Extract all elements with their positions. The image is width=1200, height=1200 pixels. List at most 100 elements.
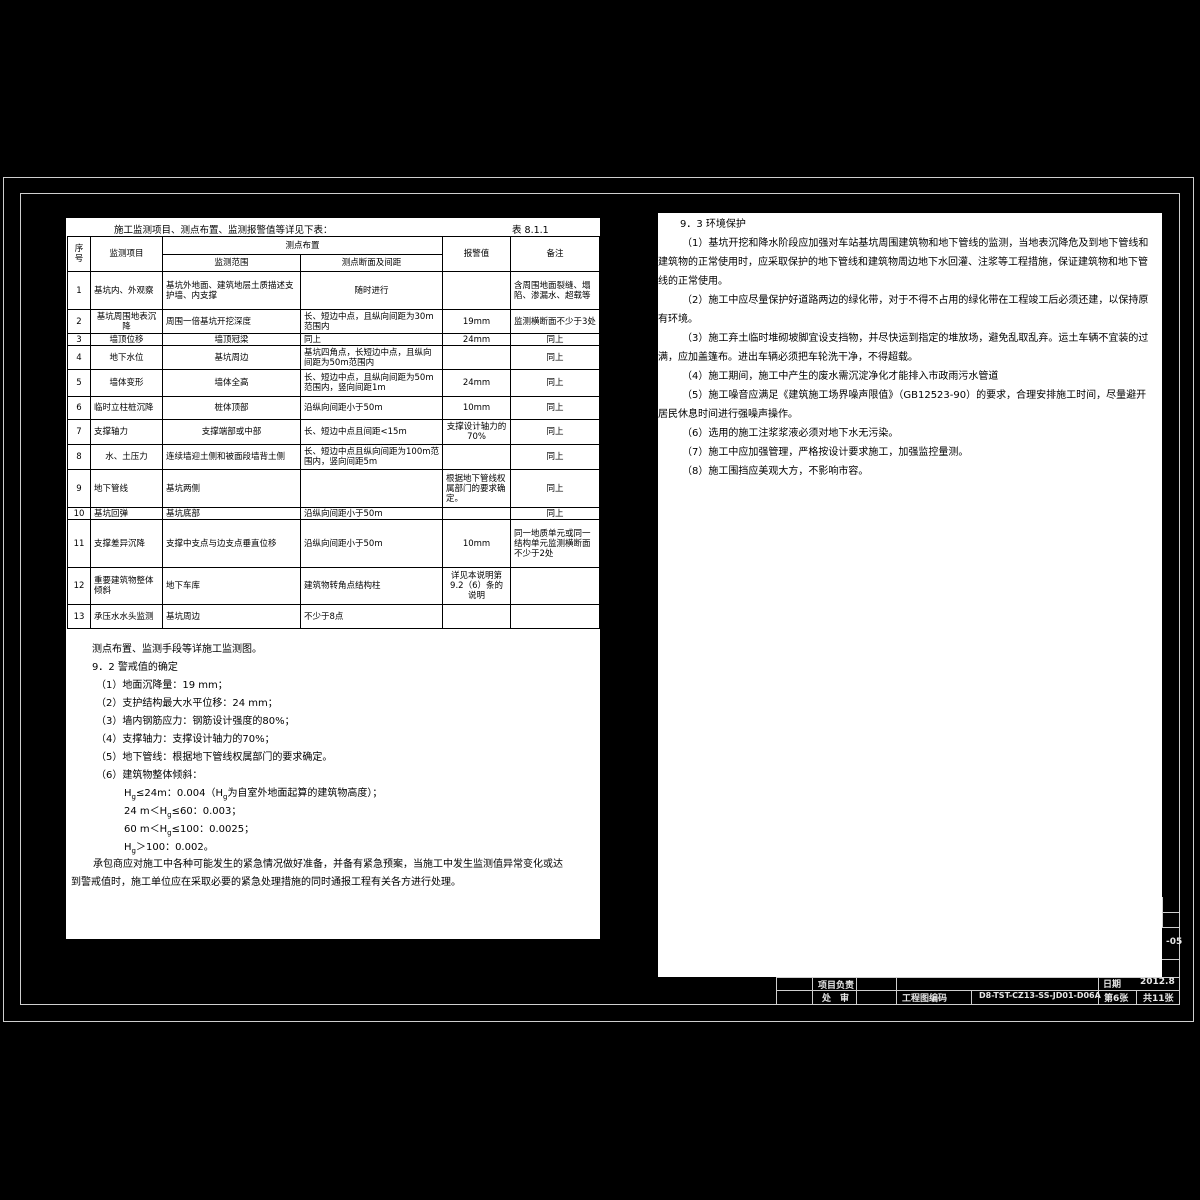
alarm-item-2: （2）支护结构最大水平位移：24 mm； (96, 698, 278, 709)
header-item: 监测项目 (90, 236, 163, 272)
table-row: 6 临时立柱桩沉降 桩体顶部 沿纵向间距小于50m 10mm 同上 (67, 396, 601, 420)
project-leader-label: 项目负责 (818, 981, 855, 991)
header-alarm: 报警值 (442, 236, 512, 272)
row-item: 墙体变形 (90, 369, 163, 397)
row-section: 沿纵向间距小于50m (299, 507, 444, 520)
header-range: 监测范围 (162, 254, 301, 272)
row-range: 地下车库 (162, 567, 301, 605)
header-layout: 测点布置 (161, 236, 444, 255)
row-note: 同上 (510, 333, 601, 346)
row-range: 基坑两侧 (162, 469, 301, 508)
row-range: 墙体全高 (162, 369, 301, 397)
left-page: 施工监测项目、测点布置、监测报警值等详见下表： 表 8.1.1 序号 监测项目 … (66, 218, 601, 939)
row-alarm: 10mm (442, 519, 512, 568)
row-section: 长、短边中点，且纵向间距为50m范围内，竖向间距1m (299, 369, 444, 397)
row-alarm (442, 604, 512, 629)
row-alarm: 详见本说明第9.2（6）条的说明 (442, 567, 512, 605)
after-table-note: 测点布置、监测手段等详施工监测图。 (92, 644, 262, 655)
row-item: 水、土压力 (90, 444, 163, 470)
alarm-item-4: （4）支撑轴力：支撑设计轴力的70%； (96, 734, 275, 745)
row-range: 支撑端部或中部 (162, 419, 301, 445)
header-seq: 序号 (67, 236, 91, 272)
env-para-3: （3）施工弃土临时堆砌坡脚宜设支挡物，并尽快运到指定的堆放场，避免乱取乱弃。运土… (658, 333, 1149, 363)
row-section: 长、短边中点且间距<15m (299, 419, 444, 445)
row-range: 基坑底部 (162, 507, 301, 520)
table-row: 2 基坑周围地表沉降 周围一倍基坑开挖深度 长、短边中点，且纵向间距为30m范围… (67, 309, 601, 334)
header-note: 备注 (510, 236, 601, 272)
row-note: 同上 (510, 345, 601, 370)
row-section: 基坑四角点，长短边中点，且纵向间距为50m范围内 (299, 345, 444, 370)
row-section (299, 469, 444, 508)
row-note: 同上 (510, 396, 601, 420)
row-note: 同上 (510, 419, 601, 445)
env-para-5: （5）施工噪音应满足《建筑施工场界噪声限值》（GB12523-90）的要求，合理… (658, 390, 1147, 420)
row-item: 承压水水头监测 (90, 604, 163, 629)
row-section: 建筑物转角点结构柱 (299, 567, 444, 605)
code-fragment: -05 (1166, 937, 1183, 947)
sheet-total: 共11张 (1143, 994, 1174, 1004)
row-note (510, 567, 601, 605)
row-note: 同一地质单元或同一结构单元监测横断面不少于2处 (510, 519, 601, 568)
section-9-2-title: 9．2 警戒值的确定 (92, 662, 178, 673)
row-alarm: 支撑设计轴力的70% (442, 419, 512, 445)
row-range: 基坑周边 (162, 345, 301, 370)
table-caption: 施工监测项目、测点布置、监测报警值等详见下表： (114, 225, 333, 236)
row-alarm (442, 271, 512, 310)
row-alarm (442, 507, 512, 520)
row-alarm: 根据地下管线权属部门的要求确定。 (442, 469, 512, 508)
row-alarm (442, 345, 512, 370)
env-para-4: （4）施工期间，施工中产生的废水需沉淀净化才能排入市政雨污水管道 (682, 371, 999, 382)
table-row: 1 基坑内、外观察 基坑外地面、建筑地层土质描述支护墙、内支撑 随时进行 含周围… (67, 271, 601, 310)
monitoring-table: 序号 监测项目 测点布置 报警值 备注 监测范围 测点断面及间距 1 基坑内、外… (67, 236, 601, 629)
row-no: 7 (67, 419, 91, 445)
row-range: 基坑外地面、建筑地层土质描述支护墙、内支撑 (162, 271, 301, 310)
row-note: 同上 (510, 444, 601, 470)
row-no: 10 (67, 507, 91, 520)
right-page: 9．3 环境保护 （1）基坑开挖和降水阶段应加强对车站基坑周围建筑物和地下管线的… (658, 213, 1162, 977)
row-item: 基坑内、外观察 (90, 271, 163, 310)
row-no: 1 (67, 271, 91, 310)
row-section: 沿纵向间距小于50m (299, 396, 444, 420)
review-label: 处 审 (822, 994, 850, 1004)
row-range: 周围一倍基坑开挖深度 (162, 309, 301, 334)
alarm-item-5: （5）地下管线：根据地下管线权属部门的要求确定。 (96, 752, 333, 763)
table-row: 5 墙体变形 墙体全高 长、短边中点，且纵向间距为50m范围内，竖向间距1m 2… (67, 369, 601, 397)
emergency-paragraph: 承包商应对施工中各种可能发生的紧急情况做好准备，并备有紧急预案，当施工中发生监测… (71, 859, 563, 888)
table-row: 10 基坑回弹 基坑底部 沿纵向间距小于50m 同上 (67, 507, 601, 520)
row-section: 随时进行 (299, 271, 444, 310)
row-section: 沿纵向间距小于50m (299, 519, 444, 568)
date-label: 日期 (1103, 980, 1122, 990)
row-no: 12 (67, 567, 91, 605)
date-value: 2012.8 (1140, 977, 1175, 987)
row-item: 地下水位 (90, 345, 163, 370)
table-row: 12 重要建筑物整体倾斜 地下车库 建筑物转角点结构柱 详见本说明第9.2（6）… (67, 567, 601, 605)
row-note: 监测横断面不少于3处 (510, 309, 601, 334)
row-section: 同上 (299, 333, 444, 346)
row-alarm: 24mm (442, 333, 512, 346)
row-alarm: 19mm (442, 309, 512, 334)
row-note: 同上 (510, 507, 601, 520)
row-range: 桩体顶部 (162, 396, 301, 420)
alarm-item-1: （1）地面沉降量：19 mm； (96, 680, 228, 691)
sheet-number: 第6张 (1104, 994, 1129, 1004)
table-row: 3 墙顶位移 墙顶冠梁 同上 24mm 同上 (67, 333, 601, 346)
env-para-8: （8）施工围挡应美观大方，不影响市容。 (682, 466, 869, 477)
env-para-1: （1）基坑开挖和降水阶段应加强对车站基坑周围建筑物和地下管线的监测，当地表沉降危… (658, 238, 1149, 287)
row-section: 长、短边中点且纵向间距为100m范围内，竖向间距5m (299, 444, 444, 470)
row-alarm: 24mm (442, 369, 512, 397)
row-no: 3 (67, 333, 91, 346)
row-item: 基坑回弹 (90, 507, 163, 520)
row-range: 连续墙迎土侧和被面段墙背土侧 (162, 444, 301, 470)
row-range: 基坑周边 (162, 604, 301, 629)
table-number: 表 8.1.1 (512, 225, 549, 236)
table-row: 8 水、土压力 连续墙迎土侧和被面段墙背土侧 长、短边中点且纵向间距为100m范… (67, 444, 601, 470)
row-section: 长、短边中点，且纵向间距为30m范围内 (299, 309, 444, 334)
row-note (510, 604, 601, 629)
env-paragraphs: （1）基坑开挖和降水阶段应加强对车站基坑周围建筑物和地下管线的监测，当地表沉降危… (658, 234, 1150, 481)
row-item: 地下管线 (90, 469, 163, 508)
table-row: 13 承压水水头监测 基坑周边 不少于8点 (67, 604, 601, 629)
row-item: 重要建筑物整体倾斜 (90, 567, 163, 605)
row-no: 5 (67, 369, 91, 397)
row-note: 同上 (510, 369, 601, 397)
row-alarm (442, 444, 512, 470)
